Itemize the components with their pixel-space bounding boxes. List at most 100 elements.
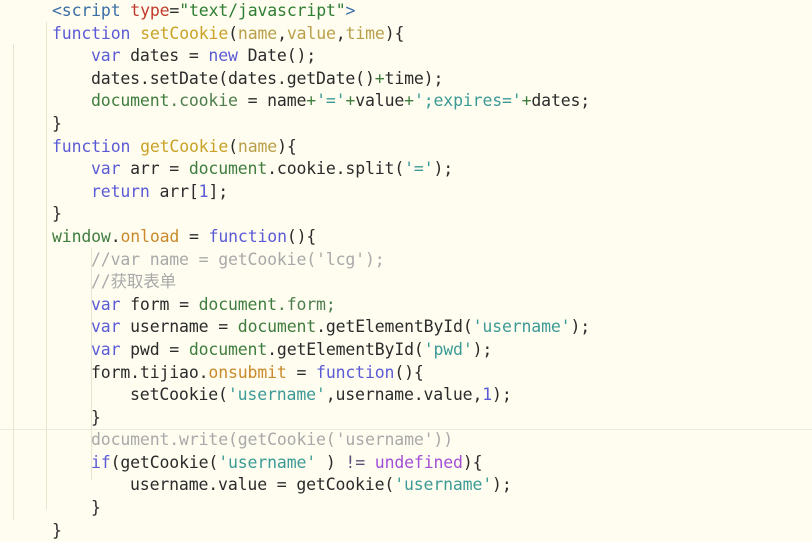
token-tag-close: > <box>345 1 356 20</box>
token-ident-time: time); <box>384 68 444 88</box>
code-line-5[interactable]: document.cookie = name+'='+value+';expir… <box>0 90 812 113</box>
token-keyword-var: var <box>91 46 131 66</box>
token-ident-dates: dates <box>130 46 189 66</box>
token-property-onsubmit: onsubmit <box>208 362 297 382</box>
token-attr-type: type <box>130 1 170 20</box>
token-param-time: time <box>345 23 385 43</box>
token-ident-dates: dates; <box>531 91 591 111</box>
token-call-getdate: .getDate() <box>276 68 375 88</box>
code-line-18[interactable]: setCookie('username',username.value,1); <box>0 384 812 407</box>
token-param-value: value <box>286 23 336 43</box>
token-paren-close: ); <box>472 339 493 359</box>
token-comment-varname: //var name = getCookie('lcg'); <box>91 249 385 269</box>
code-line-9[interactable]: return arr[1]; <box>0 181 812 204</box>
token-number-1: 1 <box>198 181 209 201</box>
code-line-1[interactable]: <script type="text/javascript"> <box>0 0 812 23</box>
code-line-2[interactable]: function setCookie(name,value,time){ <box>0 23 812 46</box>
code-line-21[interactable]: if(getCookie('username' ) != undefined){ <box>0 452 812 475</box>
code-line-8[interactable]: var arr = document.cookie.split('='); <box>0 158 812 181</box>
token-assign: = <box>247 91 268 111</box>
code-editor[interactable]: <script type="text/javascript"> function… <box>0 0 812 540</box>
token-paren-close: ); <box>570 317 591 337</box>
token-plus: + <box>345 91 356 111</box>
code-line-20[interactable]: document.write(getCookie('username')) <box>0 429 812 452</box>
token-keyword-var: var <box>91 294 131 314</box>
token-func-setcookie: setCookie <box>140 23 229 43</box>
token-bracket-close: ]; <box>208 181 229 201</box>
token-date-ctor: Date(); <box>247 46 317 66</box>
token-call-getcookie: (getCookie( <box>110 452 219 472</box>
token-member-form: .form; <box>276 294 336 314</box>
code-content[interactable]: <script type="text/javascript"> function… <box>0 0 812 542</box>
token-brace-open: ){ <box>277 136 297 156</box>
token-equals: = <box>169 1 180 20</box>
token-paren-close: ) <box>316 452 346 472</box>
token-keyword-return: return <box>91 181 160 201</box>
token-comment-documentwrite: document.write(getCookie('username')) <box>91 430 454 450</box>
token-keyword-new: new <box>208 46 248 66</box>
token-property-onload: onload <box>120 226 189 246</box>
token-member-cookie: .cookie <box>169 91 248 111</box>
code-line-19[interactable]: } <box>0 407 812 430</box>
token-assign: = <box>179 294 199 314</box>
code-line-11[interactable]: window.onload = function(){ <box>0 226 812 249</box>
token-string-eq: '=' <box>404 159 434 179</box>
code-line-15[interactable]: var username = document.getElementById('… <box>0 316 812 339</box>
token-ident-username: username <box>130 317 219 337</box>
token-call-getelementbyid: .getElementById( <box>267 339 424 359</box>
token-plus: + <box>374 68 385 88</box>
token-string-expires: ';expires=' <box>413 91 522 111</box>
code-line-13[interactable]: //获取表单 <box>0 271 812 294</box>
code-line-7[interactable]: function getCookie(name){ <box>0 136 812 159</box>
token-param-name: name <box>237 136 278 156</box>
token-script-open: <script <box>52 1 131 20</box>
code-line-6[interactable]: } <box>0 113 812 136</box>
token-brace-open: (){ <box>286 226 317 246</box>
code-line-24[interactable]: } <box>0 520 812 542</box>
code-line-14[interactable]: var form = document.form; <box>0 294 812 317</box>
token-keyword-function: function <box>208 226 287 246</box>
code-line-17[interactable]: form.tijiao.onsubmit = function(){ <box>0 362 812 385</box>
token-literal-undefined: undefined <box>374 452 463 472</box>
token-operator-not-equal: != <box>345 452 365 472</box>
token-keyword-function: function <box>52 136 141 156</box>
token-comma: , <box>335 23 346 43</box>
token-ident-dates: dates <box>227 68 277 88</box>
token-brace-close: } <box>52 204 62 224</box>
token-string-pwd: 'pwd' <box>423 339 473 359</box>
token-plus: + <box>404 91 414 111</box>
token-ident-arr: arr <box>130 159 170 179</box>
token-call-getelementbyid: .getElementById( <box>316 317 473 337</box>
token-global-document: document <box>188 159 268 179</box>
token-ident-dates: dates <box>91 68 140 88</box>
token-paren-close: ); <box>433 159 454 179</box>
code-line-12[interactable]: //var name = getCookie('lcg'); <box>0 249 812 272</box>
token-dot: . <box>110 226 121 246</box>
token-plus: + <box>306 91 317 111</box>
token-comment-chinese: //获取表单 <box>91 272 176 292</box>
token-paren-close: ); <box>492 475 512 495</box>
token-string-username: 'username' <box>227 385 326 405</box>
token-assign: = <box>296 362 317 382</box>
code-line-23[interactable]: } <box>0 497 812 520</box>
token-paren: ( <box>228 136 238 156</box>
code-line-3[interactable]: var dates = new Date(); <box>0 45 812 68</box>
code-line-16[interactable]: var pwd = document.getElementById('pwd')… <box>0 339 812 362</box>
token-brace-close: } <box>52 113 62 133</box>
token-assign: = <box>169 159 189 179</box>
token-ident-name: name <box>267 91 307 111</box>
token-string-username: 'username' <box>218 452 317 472</box>
token-assign: = <box>218 317 238 337</box>
token-username-value: username.value <box>130 475 277 495</box>
token-brace-close: } <box>52 520 62 540</box>
code-line-22[interactable]: username.value = getCookie('username'); <box>0 474 812 497</box>
token-global-document: document <box>188 339 268 359</box>
code-line-10[interactable]: } <box>0 203 812 226</box>
token-brace-close: } <box>91 498 101 518</box>
token-paren: ( <box>228 23 238 43</box>
code-line-4[interactable]: dates.setDate(dates.getDate()+time); <box>0 68 812 91</box>
token-string-username: 'username' <box>472 317 571 337</box>
token-global-document: document <box>198 294 277 314</box>
token-arg-username-value: ,username.value, <box>325 385 483 405</box>
token-call-setdate: .setDate( <box>139 68 228 88</box>
